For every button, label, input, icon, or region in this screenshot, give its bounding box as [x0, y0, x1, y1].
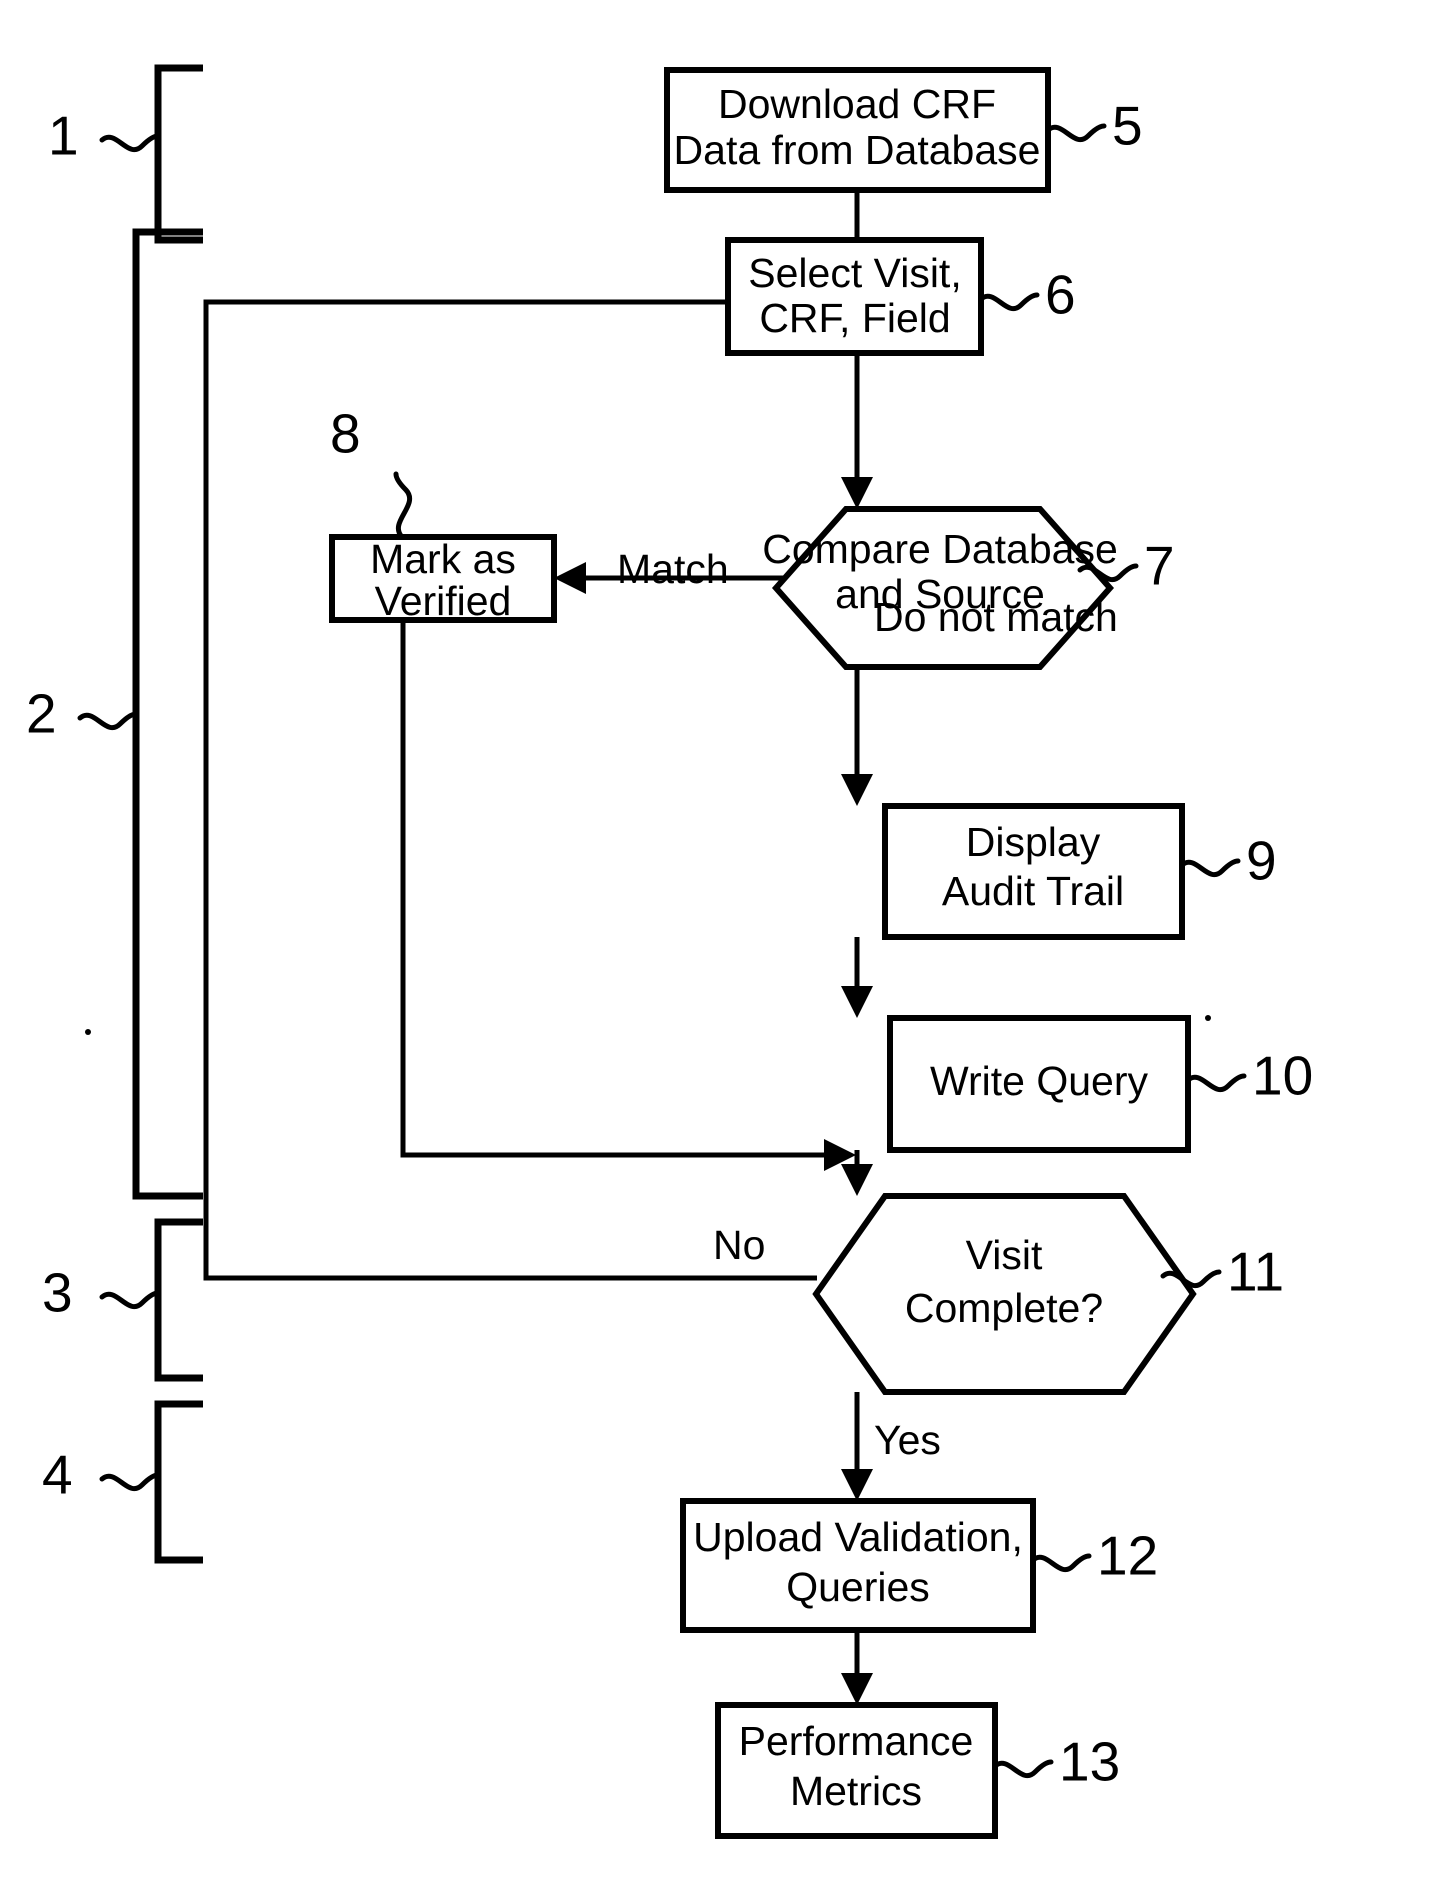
- bracket-1-shape: [154, 64, 203, 244]
- node-5-label-line1: Download CRF: [718, 81, 996, 127]
- bracket-2-ref: 2: [26, 683, 57, 745]
- node-12-label-line1: Upload Validation,: [693, 1514, 1023, 1560]
- bracket-1-ref: 1: [48, 105, 79, 167]
- bracket-4-shape: [154, 1400, 203, 1564]
- node-5-ref-leader: [1045, 123, 1107, 142]
- bracket-4-ref: 4: [42, 1444, 73, 1506]
- edge-7-to-9-arrowhead: [841, 774, 873, 806]
- node-13-label-line2: Metrics: [790, 1768, 922, 1814]
- edge-label-no: No: [713, 1222, 765, 1268]
- edge-9-to-10: [841, 937, 873, 1018]
- bracket-2-shape: [132, 228, 203, 1200]
- bracket-2-leader: [77, 711, 139, 730]
- node-9-label-line2: Audit Trail: [942, 868, 1124, 914]
- scan-speck: [1205, 1015, 1211, 1021]
- flowchart-canvas: 1 2 3 4 Download CRF Data from Database …: [26, 64, 1313, 1839]
- stage-bracket-2: 2: [26, 228, 203, 1200]
- node-6-ref: 6: [1045, 264, 1076, 326]
- node-visit-complete[interactable]: Visit Complete? 11: [812, 1193, 1284, 1395]
- edge-12-to-13: [841, 1630, 873, 1705]
- node-11-label-line2: Complete?: [905, 1285, 1103, 1331]
- node-5-ref: 5: [1112, 95, 1143, 157]
- bracket-4-leader: [99, 1472, 161, 1491]
- node-8-ref: 8: [330, 403, 361, 465]
- edge-6-to-7: [841, 353, 873, 509]
- edge-label-do-not-match: Do not match: [874, 594, 1118, 640]
- edge-7-to-9: [841, 667, 873, 806]
- edge-11-to-6-no: [203, 286, 888, 1281]
- stage-bracket-4: 4: [42, 1400, 203, 1564]
- bracket-3-leader: [99, 1290, 161, 1309]
- node-mark-as-verified[interactable]: Mark as Verified 8: [329, 403, 557, 624]
- node-5-label-line2: Data from Database: [674, 127, 1041, 173]
- bracket-3-shape: [154, 1218, 203, 1382]
- node-10-ref: 10: [1252, 1045, 1313, 1107]
- edge-11-to-12-yes: [841, 1392, 873, 1501]
- edge-7-to-8-arrowhead: [554, 562, 586, 594]
- node-6-ref-leader: [978, 292, 1040, 311]
- edge-9-to-10-arrowhead: [841, 986, 873, 1018]
- edge-6-to-7-arrowhead: [841, 477, 873, 509]
- node-8-ref-leader: [393, 471, 413, 540]
- node-display-audit-trail[interactable]: Display Audit Trail 9: [882, 803, 1277, 940]
- node-upload-validation-queries[interactable]: Upload Validation, Queries 12: [680, 1498, 1158, 1633]
- edge-10-to-11-arrowhead: [841, 1164, 873, 1196]
- node-11-label-line1: Visit: [966, 1232, 1043, 1278]
- node-6-label-line1: Select Visit,: [748, 250, 961, 296]
- bracket-3-ref: 3: [42, 1262, 73, 1324]
- edge-yes-arrowhead: [841, 1469, 873, 1501]
- node-write-query[interactable]: Write Query 10: [887, 1015, 1313, 1153]
- node-13-ref: 13: [1059, 1731, 1120, 1793]
- node-8-label-line1: Mark as: [370, 536, 516, 582]
- stage-bracket-1: 1: [48, 64, 203, 244]
- node-download-crf-data[interactable]: Download CRF Data from Database 5: [664, 67, 1143, 193]
- bracket-1-leader: [99, 133, 161, 152]
- edge-8-to-11-junction: [400, 620, 856, 1171]
- node-12-ref-leader: [1030, 1553, 1092, 1572]
- node-10-ref-leader: [1185, 1073, 1247, 1092]
- stage-bracket-3: 3: [42, 1218, 203, 1382]
- node-9-ref-leader: [1179, 858, 1241, 877]
- edge-label-match: Match: [617, 546, 729, 592]
- node-12-label-line2: Queries: [786, 1564, 930, 1610]
- node-performance-metrics[interactable]: Performance Metrics 13: [715, 1702, 1120, 1839]
- node-9-ref: 9: [1246, 830, 1277, 892]
- node-13-label-line1: Performance: [739, 1718, 974, 1764]
- node-7-label-line1: Compare Database: [762, 526, 1118, 572]
- edge-no-line: [203, 299, 870, 1281]
- node-13-ref-leader: [992, 1759, 1054, 1778]
- edge-8-return-line: [400, 620, 838, 1158]
- node-select-visit-crf-field[interactable]: Select Visit, CRF, Field 6: [725, 237, 1076, 356]
- node-12-ref: 12: [1097, 1525, 1158, 1587]
- node-compare-database-and-source[interactable]: Compare Database and Source 7: [762, 506, 1175, 670]
- node-9-label-line1: Display: [966, 819, 1101, 865]
- node-8-label-line2: Verified: [375, 578, 512, 624]
- node-11-ref: 11: [1227, 1241, 1284, 1303]
- node-10-label-line1: Write Query: [930, 1058, 1148, 1104]
- edge-12-to-13-arrowhead: [841, 1673, 873, 1705]
- scan-speck: [85, 1029, 91, 1035]
- node-6-label-line2: CRF, Field: [759, 295, 950, 341]
- edge-label-yes: Yes: [874, 1417, 941, 1463]
- node-7-ref: 7: [1144, 535, 1175, 597]
